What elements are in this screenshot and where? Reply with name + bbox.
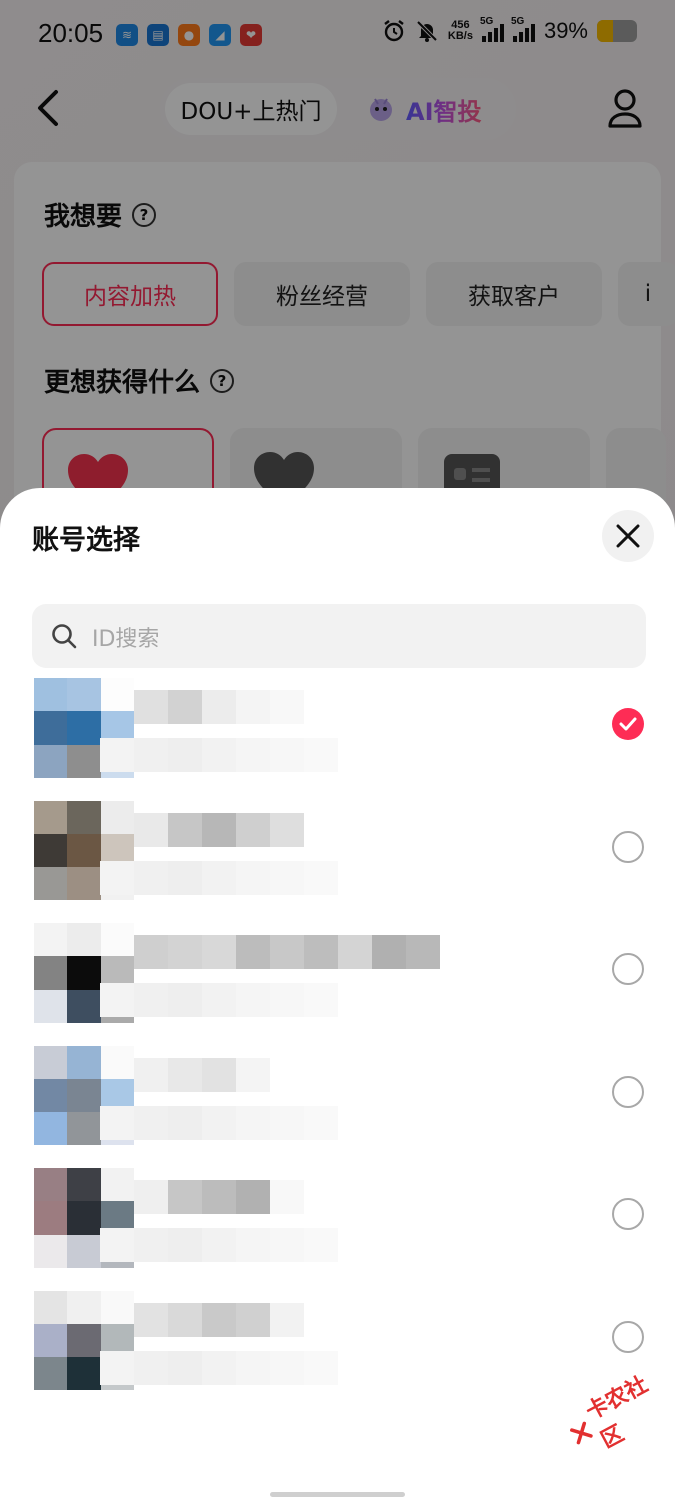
close-button[interactable] (602, 510, 654, 562)
account-name-obscured (134, 1057, 270, 1092)
search-placeholder: ID搜索 (92, 627, 160, 652)
checkmark-icon (619, 717, 637, 731)
account-name-obscured (134, 1302, 304, 1337)
account-row[interactable] (0, 1042, 675, 1165)
home-indicator[interactable] (270, 1492, 405, 1497)
account-id-obscured (100, 738, 338, 772)
account-name-obscured (134, 690, 304, 724)
radio-unchecked[interactable] (612, 953, 644, 985)
account-row[interactable] (0, 919, 675, 1042)
account-row[interactable] (0, 1287, 675, 1410)
account-row[interactable] (0, 1164, 675, 1287)
radio-checked[interactable] (612, 708, 644, 740)
account-name-obscured (134, 812, 304, 847)
account-list (0, 674, 675, 1409)
radio-unchecked[interactable] (612, 830, 644, 863)
sheet-title: 账号选择 (32, 525, 140, 556)
account-search-input[interactable]: ID搜索 (32, 604, 646, 668)
account-row[interactable] (0, 674, 675, 797)
account-id-obscured (100, 1105, 338, 1140)
account-id-obscured (100, 1350, 338, 1385)
radio-unchecked[interactable] (612, 1320, 644, 1353)
search-icon (52, 624, 77, 649)
account-row[interactable] (0, 797, 675, 920)
account-id-obscured (100, 983, 338, 1017)
account-name-obscured (134, 935, 440, 969)
account-name-obscured (134, 1180, 304, 1214)
radio-unchecked[interactable] (612, 1198, 644, 1230)
account-select-sheet: 账号选择 ID搜索 (0, 488, 675, 1500)
account-id-obscured (100, 860, 338, 895)
account-id-obscured (100, 1228, 338, 1262)
radio-unchecked[interactable] (612, 1075, 644, 1108)
close-icon (616, 524, 640, 548)
